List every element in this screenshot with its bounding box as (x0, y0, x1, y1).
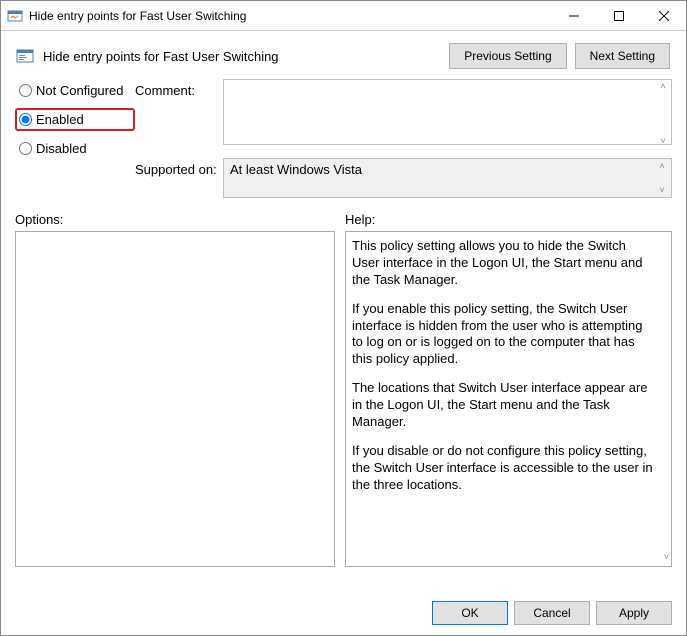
help-label: Help: (345, 212, 375, 227)
help-paragraph: If you enable this policy setting, the S… (352, 301, 653, 369)
help-paragraph: The locations that Switch User interface… (352, 380, 653, 431)
cancel-button[interactable]: Cancel (514, 601, 590, 625)
close-icon (659, 11, 669, 21)
minimize-icon (569, 11, 579, 21)
nav-buttons: Previous Setting Next Setting (449, 43, 670, 69)
radio-not-configured[interactable]: Not Configured (19, 83, 135, 98)
chevron-down-icon: ˅ (660, 136, 665, 146)
supported-on-value: At least Windows Vista (230, 162, 362, 177)
supported-label: Supported on: (135, 158, 223, 177)
radio-enabled[interactable]: Enabled (15, 108, 135, 131)
radio-enabled-label: Enabled (36, 112, 84, 127)
maximize-icon (614, 11, 624, 21)
radio-not-configured-label: Not Configured (36, 83, 123, 98)
window-controls (551, 1, 686, 30)
setting-title: Hide entry points for Fast User Switchin… (43, 49, 449, 64)
radio-enabled-input[interactable] (19, 113, 32, 126)
chevron-down-icon: ˅ (659, 185, 664, 195)
options-pane (15, 231, 335, 567)
lower-panes: This policy setting allows you to hide t… (15, 231, 672, 581)
supported-on-box: At least Windows Vista ˄ ˅ (223, 158, 672, 198)
window-title: Hide entry points for Fast User Switchin… (29, 9, 551, 23)
titlebar: Hide entry points for Fast User Switchin… (1, 1, 686, 31)
policy-icon (15, 46, 35, 66)
help-paragraph: This policy setting allows you to hide t… (352, 238, 653, 289)
lower-labels: Options: Help: (15, 212, 672, 227)
chevron-down-icon: ˅ (664, 552, 669, 564)
minimize-button[interactable] (551, 1, 596, 30)
content: Not Configured Enabled Disabled Comment: (1, 79, 686, 591)
chevron-up-icon: ˄ (659, 161, 664, 171)
apply-button[interactable]: Apply (596, 601, 672, 625)
comment-input[interactable] (223, 79, 672, 145)
help-pane: This policy setting allows you to hide t… (345, 231, 672, 567)
supported-scroll-indicator: ˄ ˅ (655, 159, 669, 197)
radio-disabled-label: Disabled (36, 141, 87, 156)
close-button[interactable] (641, 1, 686, 30)
app-icon (7, 8, 23, 24)
footer: OK Cancel Apply (1, 591, 686, 635)
radio-disabled-input[interactable] (19, 142, 32, 155)
maximize-button[interactable] (596, 1, 641, 30)
policy-state-group: Not Configured Enabled Disabled (15, 79, 135, 198)
chevron-up-icon: ˄ (660, 81, 665, 91)
help-paragraph: If you disable or do not configure this … (352, 443, 653, 494)
comment-scroll-indicator: ˄ ˅ (656, 79, 670, 148)
form-column: Comment: ˄ ˅ Supported on: At least Wind… (135, 79, 672, 198)
comment-line: Comment: ˄ ˅ (135, 79, 672, 148)
ok-button[interactable]: OK (432, 601, 508, 625)
radio-not-configured-input[interactable] (19, 84, 32, 97)
options-label: Options: (15, 212, 345, 227)
radio-disabled[interactable]: Disabled (19, 141, 135, 156)
previous-setting-button[interactable]: Previous Setting (449, 43, 566, 69)
supported-line: Supported on: At least Windows Vista ˄ ˅ (135, 158, 672, 198)
comment-label: Comment: (135, 79, 223, 98)
header: Hide entry points for Fast User Switchin… (1, 31, 686, 79)
next-setting-button[interactable]: Next Setting (575, 43, 670, 69)
config-row: Not Configured Enabled Disabled Comment: (15, 79, 672, 198)
policy-editor-window: Hide entry points for Fast User Switchin… (0, 0, 687, 636)
